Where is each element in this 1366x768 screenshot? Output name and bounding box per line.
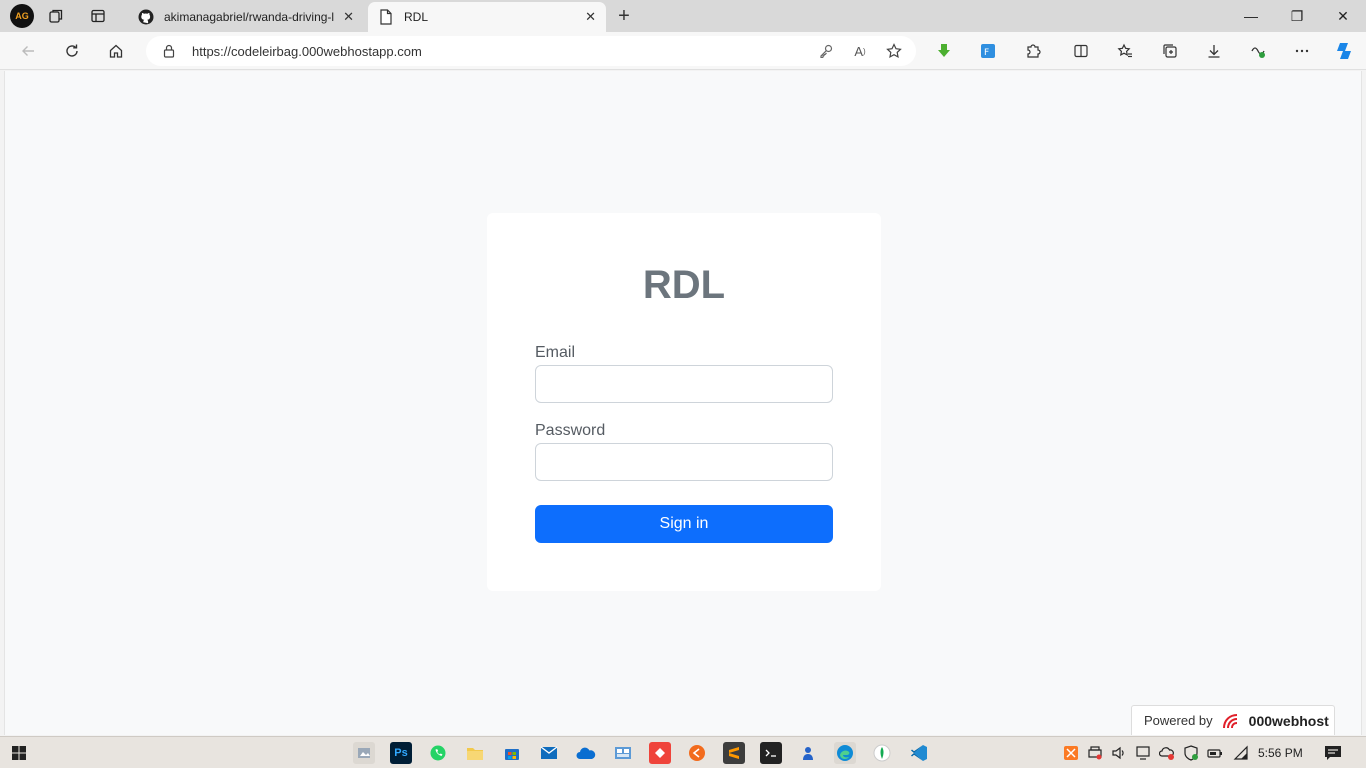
- printer-tray-icon[interactable]: [1086, 744, 1104, 762]
- battery-icon[interactable]: [1206, 744, 1224, 762]
- more-menu-icon[interactable]: [1288, 37, 1316, 65]
- email-label: Email: [535, 344, 576, 361]
- minimize-button[interactable]: —: [1228, 0, 1274, 32]
- page-icon: [378, 9, 394, 25]
- edge-icon[interactable]: [834, 742, 856, 764]
- lock-icon[interactable]: [162, 44, 176, 58]
- tab-bar: AG akimanagabriel/rwanda-driving-l ✕ RDL…: [0, 0, 1366, 32]
- volume-icon[interactable]: [1110, 744, 1128, 762]
- browser-toolbar: https://codeleirbag.000webhostapp.com A)…: [0, 32, 1366, 70]
- notifications-icon[interactable]: [1324, 744, 1342, 762]
- tab-title: akimanagabriel/rwanda-driving-l: [164, 10, 335, 24]
- whatsapp-icon[interactable]: [427, 742, 449, 764]
- favorite-star-icon[interactable]: [880, 37, 908, 65]
- xampp-tray-icon[interactable]: [1062, 744, 1080, 762]
- copilot-icon[interactable]: [1330, 37, 1358, 65]
- home-icon[interactable]: [102, 37, 130, 65]
- maximize-button[interactable]: ❐: [1274, 0, 1320, 32]
- vertical-tabs-icon[interactable]: [84, 2, 112, 30]
- password-field[interactable]: [535, 443, 833, 481]
- file-explorer-tiles-icon[interactable]: [353, 742, 375, 764]
- taskbar: Ps 5:56 PM: [0, 736, 1366, 768]
- translator-extension-icon[interactable]: F: [974, 37, 1002, 65]
- password-label: Password: [535, 422, 606, 439]
- github-icon: [138, 9, 154, 25]
- onedrive-error-tray-icon[interactable]: [1158, 744, 1176, 762]
- read-aloud-icon[interactable]: A): [846, 37, 874, 65]
- tab-title: RDL: [404, 10, 429, 24]
- photoshop-icon[interactable]: Ps: [390, 742, 412, 764]
- profile-avatar[interactable]: AG: [10, 4, 34, 28]
- key-icon[interactable]: [812, 37, 840, 65]
- security-shield-icon[interactable]: [1182, 744, 1200, 762]
- address-bar[interactable]: https://codeleirbag.000webhostapp.com A): [146, 36, 916, 66]
- split-screen-icon[interactable]: [1067, 37, 1095, 65]
- start-windows-icon[interactable]: [8, 742, 30, 764]
- workspaces-icon[interactable]: [42, 2, 70, 30]
- url-text[interactable]: https://codeleirbag.000webhostapp.com: [192, 44, 812, 59]
- anydesk-icon[interactable]: [649, 742, 671, 764]
- extensions-puzzle-icon[interactable]: [1019, 37, 1047, 65]
- teams-user-icon[interactable]: [797, 742, 819, 764]
- vscode-icon[interactable]: [908, 742, 930, 764]
- wifi-icon[interactable]: [1232, 744, 1250, 762]
- terminal-icon[interactable]: [760, 742, 782, 764]
- 000webhost-logo-icon: [1221, 712, 1243, 730]
- browser-essentials-icon[interactable]: [1244, 37, 1272, 65]
- onedrive-icon[interactable]: [575, 742, 597, 764]
- powered-by-badge[interactable]: Powered by 000webhost: [1131, 705, 1335, 735]
- close-window-button[interactable]: ✕: [1320, 0, 1366, 32]
- mail-icon[interactable]: [538, 742, 560, 764]
- control-panel-icon[interactable]: [612, 742, 634, 764]
- taskbar-clock[interactable]: 5:56 PM: [1258, 746, 1303, 760]
- sign-in-button[interactable]: Sign in: [535, 505, 833, 543]
- refresh-icon[interactable]: [58, 37, 86, 65]
- back-arrow-icon[interactable]: [14, 37, 42, 65]
- microsoft-store-icon[interactable]: [501, 742, 523, 764]
- tab-close-button[interactable]: ✕: [343, 9, 354, 25]
- mongodb-compass-icon[interactable]: [871, 742, 893, 764]
- collections-icon[interactable]: [1156, 37, 1184, 65]
- sublime-text-icon[interactable]: [723, 742, 745, 764]
- tab-github[interactable]: akimanagabriel/rwanda-driving-l ✕: [128, 2, 364, 32]
- powered-by-label: Powered by: [1144, 713, 1213, 728]
- download-manager-extension-icon[interactable]: [930, 37, 958, 65]
- tab-close-button[interactable]: ✕: [585, 9, 596, 25]
- new-tab-button[interactable]: +: [612, 4, 636, 28]
- email-field[interactable]: [535, 365, 833, 403]
- app-orange-icon[interactable]: [686, 742, 708, 764]
- host-brand-label: 000webhost: [1248, 712, 1329, 729]
- favorites-icon[interactable]: [1111, 37, 1139, 65]
- tab-rdl[interactable]: RDL ✕: [368, 2, 606, 32]
- login-card: RDL Email Password Sign in: [487, 213, 881, 591]
- downloads-icon[interactable]: [1200, 37, 1228, 65]
- page-title: RDL: [642, 263, 726, 307]
- page-content: RDL Email Password Sign in Powered by 00…: [4, 71, 1362, 735]
- svg-text:F: F: [984, 48, 989, 58]
- display-tray-icon[interactable]: [1134, 744, 1152, 762]
- file-explorer-icon[interactable]: [464, 742, 486, 764]
